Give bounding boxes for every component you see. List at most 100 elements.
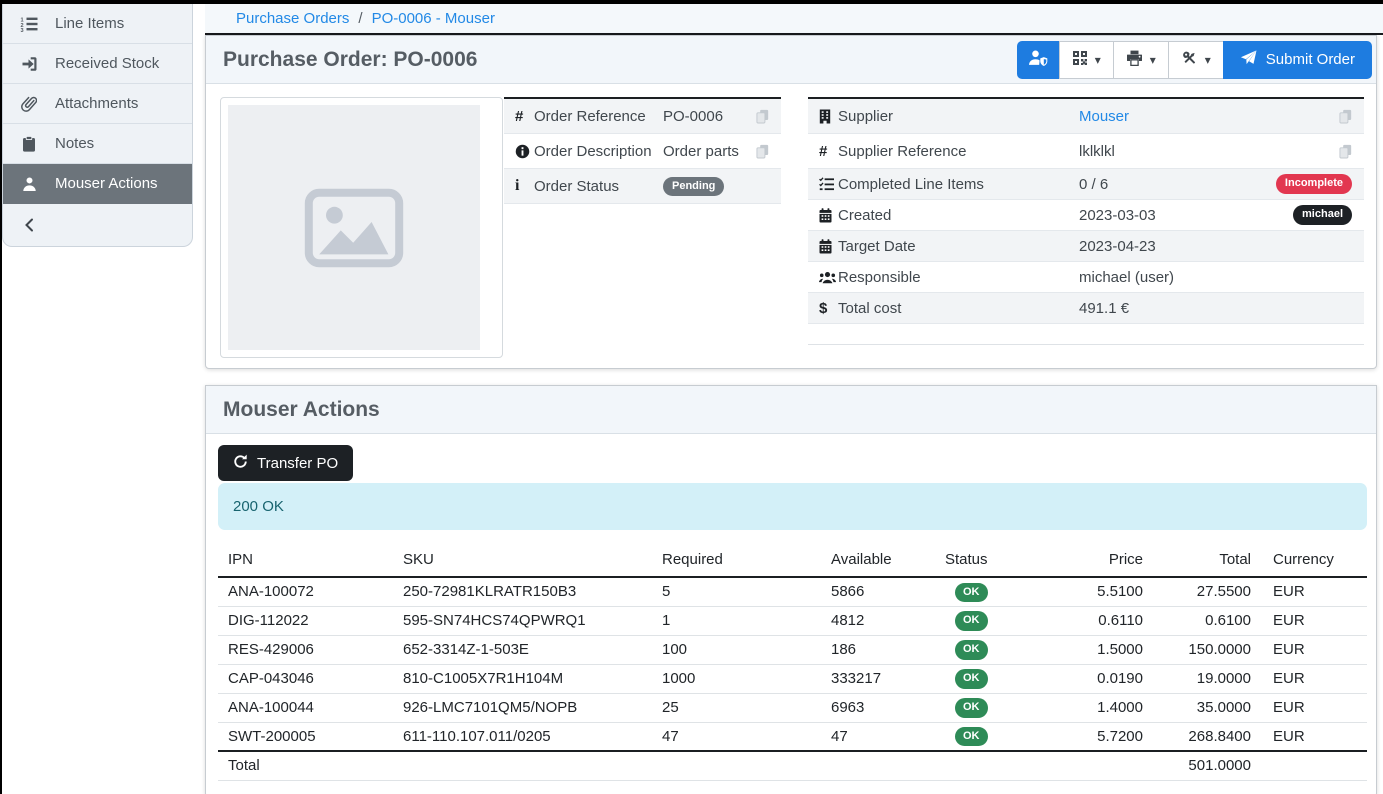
calendar-icon	[808, 208, 838, 223]
table-row: SWT-200005611-110.107.011/02054747OK5.72…	[218, 722, 1367, 751]
sidebar-item-attachments[interactable]: Attachments	[3, 84, 192, 124]
line-items-table: IPN SKU Required Available Status Price …	[218, 546, 1367, 781]
table-header-row: IPN SKU Required Available Status Price …	[218, 546, 1367, 577]
status-ok-badge: OK	[955, 669, 988, 688]
chevron-down-icon: ▾	[1095, 54, 1101, 66]
footer-total-value: 501.0000	[1151, 751, 1259, 780]
submit-order-button[interactable]: Submit Order	[1223, 41, 1372, 79]
column-header-status: Status	[945, 546, 1061, 577]
target-date-value: 2023-04-23	[1079, 238, 1364, 255]
chevron-down-icon: ▾	[1205, 54, 1211, 66]
table-row: DIG-112022595-SN74HCS74QPWRQ114812OK0.61…	[218, 606, 1367, 635]
dollar-icon: $	[808, 300, 838, 317]
supplier-details-table: Supplier Mouser # Supplier Reference lkl…	[808, 97, 1364, 345]
sign-in-icon	[20, 55, 38, 72]
breadcrumb-link-purchase-orders[interactable]: Purchase Orders	[236, 10, 349, 27]
detail-row-total-cost: $ Total cost 491.1 €	[808, 293, 1364, 324]
hash-icon: #	[808, 143, 838, 160]
qrcode-icon	[1072, 50, 1088, 70]
supplier-reference-value: lklklkl	[1079, 143, 1339, 160]
refresh-icon	[233, 454, 248, 473]
detail-row-completed-line-items: Completed Line Items 0 / 6 Incomplete	[808, 169, 1364, 200]
sidebar-item-received-stock[interactable]: Received Stock	[3, 44, 192, 84]
column-header-price: Price	[1061, 546, 1151, 577]
column-header-sku: SKU	[403, 546, 662, 577]
copy-icon[interactable]	[1339, 109, 1364, 124]
table-row: RES-429006652-3314Z-1-503E100186OK1.5000…	[218, 635, 1367, 664]
column-header-ipn: IPN	[218, 546, 403, 577]
order-reference-value: PO-0006	[663, 108, 756, 125]
copy-icon[interactable]	[756, 144, 781, 159]
order-details-table: # Order Reference PO-0006 Order Descript…	[504, 97, 781, 204]
detail-table-footer-spacer	[808, 324, 1364, 345]
actions-table-body: ANA-100072250-72981KLRATR150B355866OK5.5…	[218, 577, 1367, 751]
sidebar-item-label: Received Stock	[55, 55, 159, 72]
status-badge-pending: Pending	[663, 177, 724, 196]
print-actions-button[interactable]: ▾	[1113, 41, 1169, 79]
window-edge-left	[0, 0, 2, 794]
order-panel-heading: Purchase Order: PO-0006 ▾	[206, 36, 1376, 84]
status-ok-badge: OK	[955, 583, 988, 602]
table-row: ANA-100044926-LMC7101QM5/NOPB256963OK1.4…	[218, 693, 1367, 722]
status-ok-badge: OK	[955, 611, 988, 630]
table-row: ANA-100072250-72981KLRATR150B355866OK5.5…	[218, 577, 1367, 606]
breadcrumb-separator: /	[358, 10, 362, 27]
user-icon	[20, 175, 38, 192]
detail-row-order-description: Order Description Order parts	[504, 134, 781, 169]
copy-icon[interactable]	[1339, 144, 1364, 159]
transfer-po-label: Transfer PO	[257, 455, 338, 472]
detail-row-target-date: Target Date 2023-04-23	[808, 231, 1364, 262]
detail-row-supplier: Supplier Mouser	[808, 99, 1364, 134]
order-options-button[interactable]: ▾	[1168, 41, 1224, 79]
breadcrumb-link-current[interactable]: PO-0006 - Mouser	[372, 10, 495, 27]
status-ok-badge: OK	[955, 640, 988, 659]
sidebar: 123 Line Items Received Stock Attachment…	[2, 4, 193, 247]
status-ok-badge: OK	[955, 698, 988, 717]
paperclip-icon	[20, 95, 38, 112]
transfer-po-button[interactable]: Transfer PO	[218, 445, 353, 481]
supplier-link[interactable]: Mouser	[1079, 108, 1339, 125]
table-row: CAP-043046810-C1005X7R1H104M1000333217OK…	[218, 664, 1367, 693]
sidebar-item-label: Mouser Actions	[55, 175, 158, 192]
barcode-actions-button[interactable]: ▾	[1059, 41, 1114, 79]
list-ol-icon: 123	[20, 15, 38, 32]
sidebar-item-mouser-actions[interactable]: Mouser Actions	[3, 164, 192, 204]
sidebar-collapse-button[interactable]	[3, 204, 192, 246]
sidebar-item-line-items[interactable]: 123 Line Items	[3, 4, 192, 44]
column-header-required: Required	[662, 546, 831, 577]
detail-row-supplier-reference: # Supplier Reference lklklkl	[808, 134, 1364, 169]
user-shield-icon	[1028, 49, 1048, 70]
image-placeholder	[228, 105, 480, 350]
completed-line-items-value: 0 / 6	[1079, 176, 1276, 193]
copy-icon[interactable]	[756, 109, 781, 124]
detail-row-created: Created 2023-03-03 michael	[808, 200, 1364, 231]
mouser-actions-title: Mouser Actions	[223, 398, 380, 422]
sidebar-item-notes[interactable]: Notes	[3, 124, 192, 164]
order-toolbar: ▾ ▾ ▾ Submi	[1017, 41, 1372, 79]
responsible-value: michael (user)	[1079, 269, 1364, 286]
detail-row-order-reference: # Order Reference PO-0006	[504, 99, 781, 134]
total-cost-value: 491.1 €	[1079, 300, 1364, 317]
info-circle-icon	[504, 144, 534, 159]
order-image-card[interactable]	[220, 97, 503, 358]
sidebar-item-label: Attachments	[55, 95, 138, 112]
status-badge-incomplete: Incomplete	[1276, 174, 1352, 193]
table-footer-row: Total 501.0000	[218, 751, 1367, 780]
submit-order-label: Submit Order	[1266, 51, 1355, 68]
purchase-order-panel: Purchase Order: PO-0006 ▾	[205, 35, 1377, 369]
created-value: 2023-03-03	[1079, 207, 1293, 224]
tools-icon	[1181, 50, 1198, 70]
page-title: Purchase Order: PO-0006	[223, 48, 477, 72]
svg-text:3: 3	[21, 28, 24, 32]
detail-row-order-status: i Order Status Pending	[504, 169, 781, 204]
building-icon	[808, 109, 838, 124]
user-permissions-button[interactable]	[1017, 41, 1060, 79]
user-badge-michael: michael	[1293, 205, 1352, 224]
sidebar-item-label: Line Items	[55, 15, 124, 32]
window-edge-top	[0, 0, 1383, 4]
users-icon	[808, 271, 838, 284]
column-header-available: Available	[831, 546, 945, 577]
mouser-actions-heading: Mouser Actions	[206, 386, 1376, 434]
chevron-down-icon: ▾	[1150, 54, 1156, 66]
footer-total-label: Total	[218, 751, 403, 780]
